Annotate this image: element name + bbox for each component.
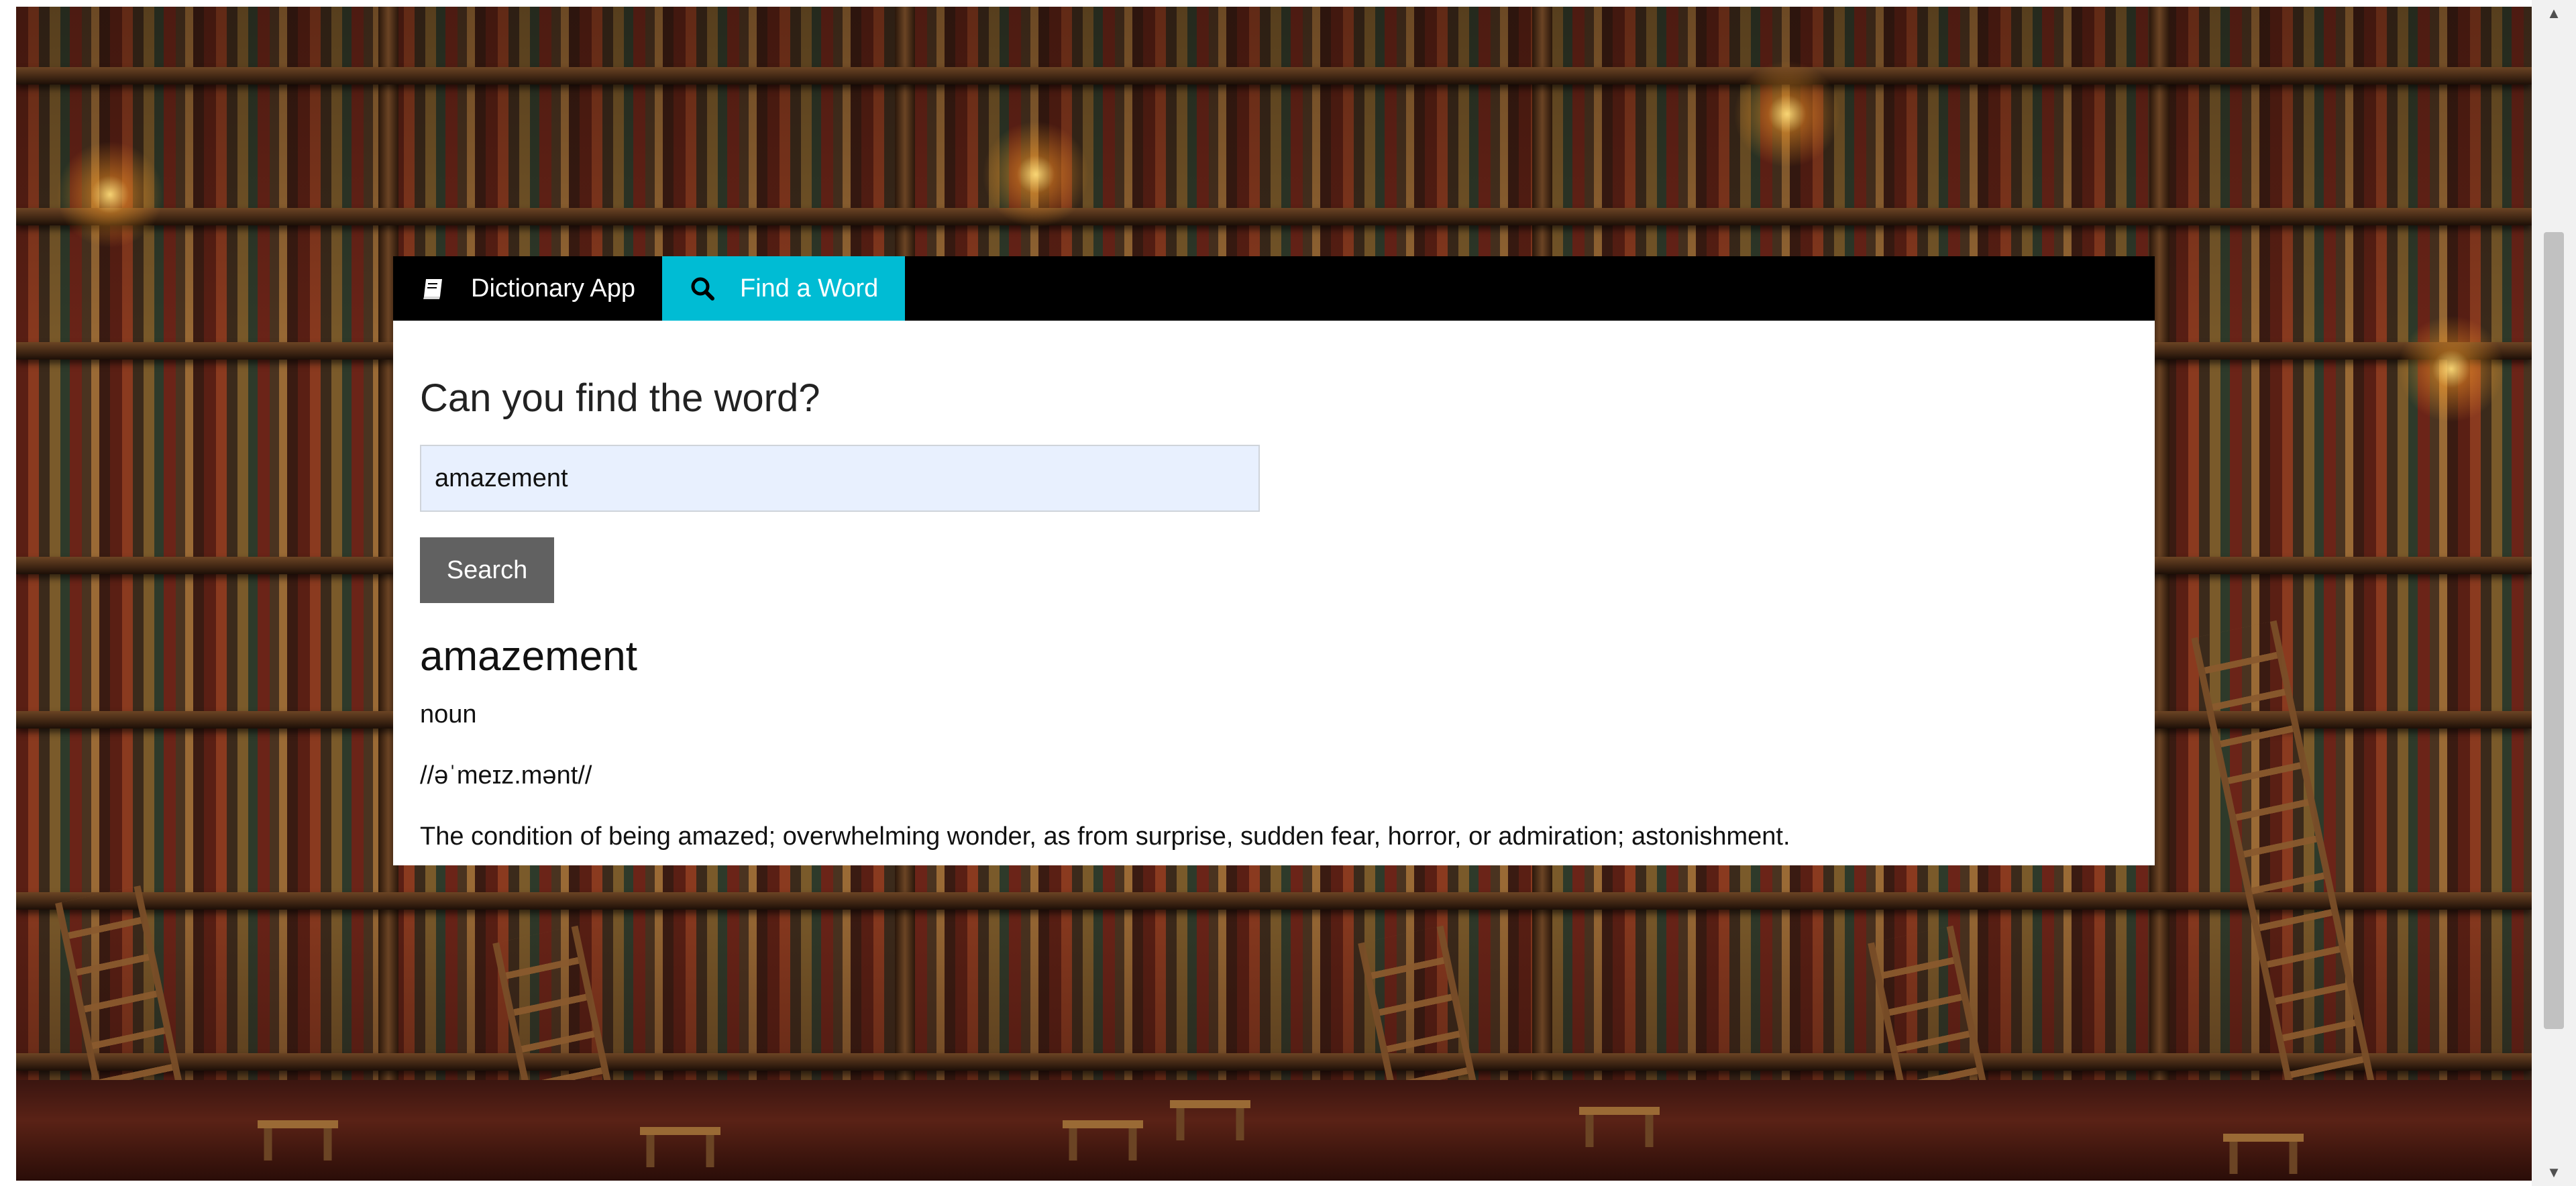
- nav-brand-label: Dictionary App: [471, 274, 636, 303]
- nav-brand[interactable]: Dictionary App: [393, 256, 662, 321]
- shelf: [16, 1053, 2532, 1071]
- search-button[interactable]: Search: [420, 537, 554, 603]
- result-word: amazement: [420, 633, 637, 680]
- candle-glow: [1733, 60, 1841, 168]
- shelf: [16, 67, 2532, 85]
- definition: The condition of being amazed; overwhelm…: [420, 822, 1790, 851]
- nav-find-word-label: Find a Word: [740, 274, 879, 303]
- search-icon: [689, 275, 716, 302]
- scroll-thumb[interactable]: [2544, 232, 2564, 1029]
- pronunciation: //əˈmeɪz.mənt//: [420, 761, 592, 790]
- dictionary-app: Dictionary App Find a Word Can you find …: [393, 256, 2155, 865]
- book-icon: [420, 275, 447, 302]
- stool: [640, 1127, 720, 1167]
- stool: [1063, 1120, 1143, 1161]
- candle-glow: [982, 121, 1089, 228]
- search-panel: Can you find the word? Search amazement …: [393, 321, 2155, 865]
- page-title: Can you find the word?: [420, 376, 820, 420]
- shelf: [16, 208, 2532, 225]
- candle-glow: [2398, 315, 2505, 423]
- search-input[interactable]: [420, 445, 1260, 512]
- nav-find-word[interactable]: Find a Word: [662, 256, 906, 321]
- stool: [258, 1120, 338, 1161]
- vertical-scrollbar[interactable]: ▲ ▼: [2532, 0, 2576, 1186]
- left-strip: [0, 0, 16, 1186]
- ladder: [55, 885, 185, 1114]
- candle-glow: [56, 141, 164, 248]
- stool: [1170, 1100, 1250, 1140]
- stool: [2223, 1134, 2304, 1174]
- scroll-down-arrow-icon[interactable]: ▼: [2532, 1159, 2576, 1186]
- shelf: [16, 892, 2532, 910]
- navbar: Dictionary App Find a Word: [393, 256, 2155, 321]
- floor: [16, 1080, 2532, 1181]
- top-strip: [0, 0, 2576, 7]
- stool: [1579, 1107, 1660, 1147]
- part-of-speech: noun: [420, 700, 477, 729]
- scroll-up-arrow-icon[interactable]: ▲: [2532, 0, 2576, 27]
